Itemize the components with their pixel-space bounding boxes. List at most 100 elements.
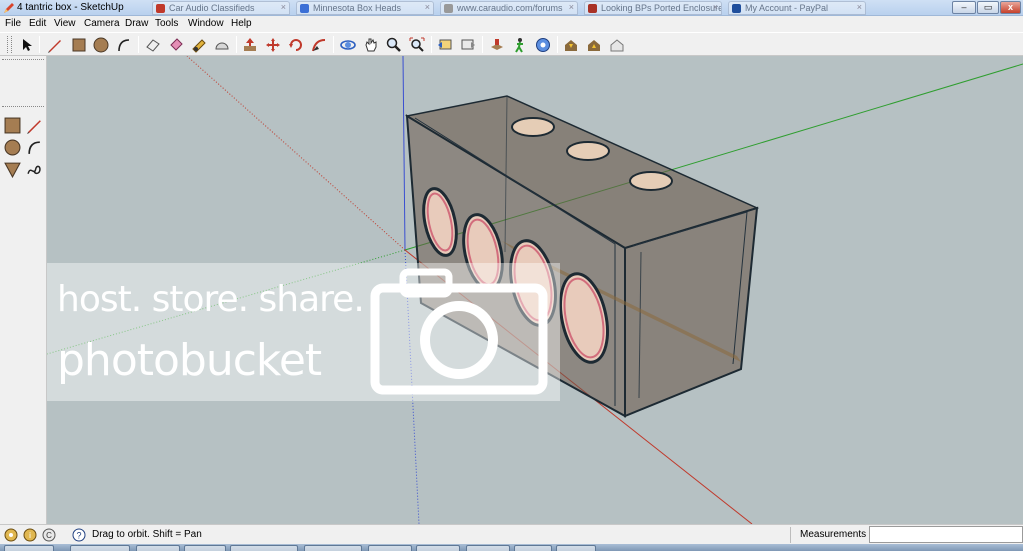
background-tab-label: Car Audio Classifieds bbox=[169, 3, 255, 13]
taskbar-button[interactable] bbox=[368, 545, 412, 551]
port-hole bbox=[566, 141, 610, 161]
taskbar-button[interactable] bbox=[304, 545, 362, 551]
menu-draw[interactable]: Draw bbox=[125, 18, 148, 29]
photobucket-watermark: host. store. share. photobucket bbox=[47, 263, 560, 401]
polygon-icon[interactable] bbox=[2, 159, 22, 179]
taskbar-button[interactable] bbox=[184, 545, 226, 551]
top-view-icon[interactable] bbox=[488, 36, 506, 54]
background-tab-5[interactable]: My Account - PayPal × bbox=[728, 1, 866, 15]
toolbar-separator bbox=[431, 36, 432, 53]
left-tool-palette bbox=[0, 56, 47, 524]
background-tab-label: My Account - PayPal bbox=[745, 3, 829, 13]
site-favicon-icon bbox=[156, 4, 165, 13]
menu-help[interactable]: Help bbox=[231, 18, 252, 29]
svg-text:?: ? bbox=[76, 531, 81, 541]
model-viewport[interactable]: host. store. share. photobucket bbox=[47, 56, 1023, 524]
circle-icon[interactable] bbox=[2, 137, 22, 157]
site-favicon-icon bbox=[300, 4, 309, 13]
orbit-icon[interactable] bbox=[339, 36, 357, 54]
toolbar-grip[interactable] bbox=[11, 36, 14, 53]
svg-text:C: C bbox=[46, 531, 52, 540]
previous-view-icon[interactable] bbox=[436, 36, 454, 54]
menu-tools[interactable]: Tools bbox=[155, 18, 178, 29]
restore-button[interactable]: ▭ bbox=[977, 1, 999, 14]
background-tab-label: Looking BPs Ported Enclosures bbox=[601, 3, 722, 13]
select-icon[interactable] bbox=[18, 36, 36, 54]
blue-axis bbox=[402, 56, 406, 251]
close-tab-icon[interactable]: × bbox=[281, 2, 286, 12]
next-view-icon[interactable] bbox=[459, 36, 477, 54]
menu-edit[interactable]: Edit bbox=[29, 18, 46, 29]
menu-window[interactable]: Window bbox=[188, 18, 224, 29]
taskbar-button[interactable] bbox=[514, 545, 552, 551]
taskbar-button[interactable] bbox=[416, 545, 460, 551]
taskbar-button[interactable] bbox=[230, 545, 298, 551]
minimize-button[interactable]: – bbox=[952, 1, 976, 14]
freehand-icon[interactable] bbox=[24, 159, 44, 179]
geo-location-icon[interactable] bbox=[4, 528, 18, 542]
measurements-input[interactable] bbox=[869, 526, 1023, 543]
palette-grip[interactable] bbox=[2, 106, 44, 109]
red-axis-negative bbox=[186, 56, 406, 251]
watermark-brand: photobucket bbox=[57, 335, 322, 386]
close-tab-icon[interactable]: × bbox=[425, 2, 430, 12]
warehouse-share-icon[interactable] bbox=[585, 36, 603, 54]
toolbar-separator bbox=[39, 36, 40, 53]
background-tab-4[interactable]: Looking BPs Ported Enclosures × bbox=[584, 1, 722, 15]
watermark-tagline: host. store. share. bbox=[57, 279, 365, 320]
zoom-extents-icon[interactable] bbox=[408, 36, 426, 54]
move-icon[interactable] bbox=[264, 36, 282, 54]
taskbar-button[interactable] bbox=[556, 545, 596, 551]
rectangle-icon[interactable] bbox=[70, 36, 88, 54]
menu-file[interactable]: File bbox=[5, 18, 21, 29]
close-window-button[interactable]: x bbox=[1000, 1, 1021, 14]
close-tab-icon[interactable]: × bbox=[857, 2, 862, 12]
close-tab-icon[interactable]: × bbox=[713, 2, 718, 12]
taskbar-button[interactable] bbox=[4, 545, 54, 551]
walk-icon[interactable] bbox=[511, 36, 529, 54]
background-tab-2[interactable]: Minnesota Box Heads × bbox=[296, 1, 434, 15]
taskbar-button[interactable] bbox=[70, 545, 130, 551]
push-pull-icon[interactable] bbox=[241, 36, 259, 54]
look-around-icon[interactable] bbox=[534, 36, 552, 54]
arc-icon[interactable] bbox=[115, 36, 133, 54]
warehouse-get-icon[interactable] bbox=[562, 36, 580, 54]
rotate-icon[interactable] bbox=[287, 36, 305, 54]
background-tab-label: Minnesota Box Heads bbox=[313, 3, 402, 13]
taskbar-button[interactable] bbox=[136, 545, 180, 551]
toolbar-separator bbox=[333, 36, 334, 53]
tape-measure-icon[interactable] bbox=[190, 36, 208, 54]
status-hint: Drag to orbit. Shift = Pan bbox=[92, 529, 202, 540]
window-title: 4 tantric box - SketchUp bbox=[17, 2, 124, 13]
svg-text:i: i bbox=[29, 531, 31, 540]
protractor-icon[interactable] bbox=[213, 36, 231, 54]
circle-icon[interactable] bbox=[92, 36, 110, 54]
rectangle-icon[interactable] bbox=[2, 115, 22, 135]
zoom-icon[interactable] bbox=[385, 36, 403, 54]
eraser-icon[interactable] bbox=[144, 36, 162, 54]
pencil-line-icon[interactable] bbox=[46, 36, 64, 54]
help-icon[interactable]: ? bbox=[72, 528, 86, 542]
palette-grip[interactable] bbox=[2, 59, 44, 62]
line-icon[interactable] bbox=[24, 115, 44, 135]
camera-logo-icon bbox=[370, 268, 548, 395]
menu-view[interactable]: View bbox=[54, 18, 76, 29]
taskbar-button[interactable] bbox=[466, 545, 510, 551]
toolbar-separator bbox=[482, 36, 483, 53]
pan-icon[interactable] bbox=[362, 36, 380, 54]
paint-bucket-icon[interactable] bbox=[167, 36, 185, 54]
credits-icon[interactable]: i bbox=[23, 528, 37, 542]
background-tab-1[interactable]: Car Audio Classifieds × bbox=[152, 1, 290, 15]
background-tab-3[interactable]: www.caraudio.com/forums × bbox=[440, 1, 578, 15]
measurements-label: Measurements bbox=[800, 529, 867, 540]
site-favicon-icon bbox=[732, 4, 741, 13]
menu-camera[interactable]: Camera bbox=[84, 18, 120, 29]
account-icon[interactable]: C bbox=[42, 528, 56, 542]
component-share-icon[interactable] bbox=[608, 36, 626, 54]
arc-icon[interactable] bbox=[24, 137, 44, 157]
follow-me-icon[interactable] bbox=[310, 36, 328, 54]
site-favicon-icon bbox=[444, 4, 453, 13]
close-tab-icon[interactable]: × bbox=[569, 2, 574, 12]
site-favicon-icon bbox=[588, 4, 597, 13]
toolbar-grip[interactable] bbox=[7, 36, 10, 53]
